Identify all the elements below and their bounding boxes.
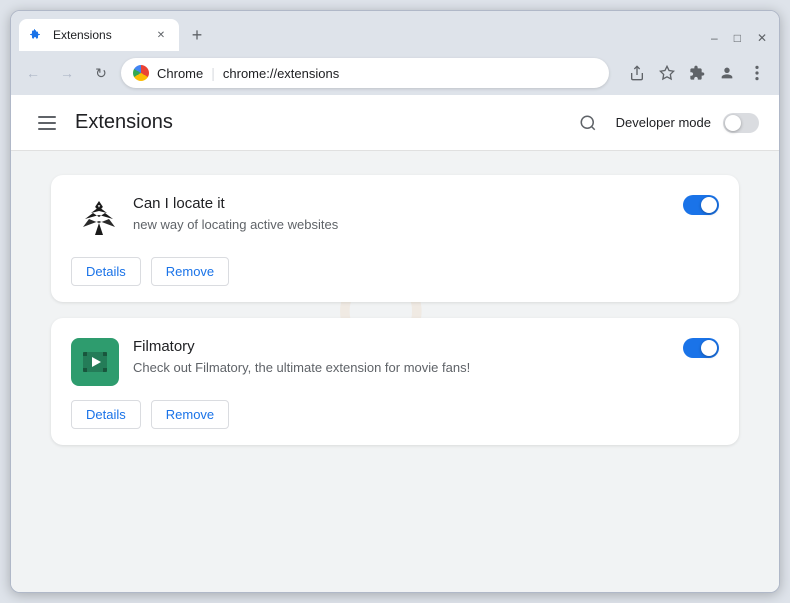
page-title: Extensions: [75, 111, 173, 134]
extension-actions: Details Remove: [71, 400, 719, 429]
title-bar: Extensions ✕ + – □ ✕: [11, 11, 779, 51]
extension-name: Filmatory: [133, 338, 669, 355]
address-separator: |: [211, 65, 215, 81]
developer-mode-toggle[interactable]: [723, 113, 759, 133]
extension-description: Check out Filmatory, the ultimate extens…: [133, 359, 669, 377]
tab-close-button[interactable]: ✕: [153, 27, 169, 43]
address-bar: ← → ↻ Chrome | chrome://extensions: [11, 51, 779, 95]
tab-favicon: [29, 27, 45, 43]
extension-description: new way of locating active websites: [133, 216, 669, 234]
remove-button[interactable]: Remove: [151, 257, 229, 286]
forward-button[interactable]: →: [53, 59, 81, 87]
url-display: chrome://extensions: [223, 66, 339, 81]
search-button[interactable]: [572, 107, 604, 139]
address-actions: [623, 59, 771, 87]
extension-toggle[interactable]: [683, 338, 719, 358]
page-content: Extensions Developer mode FILECROC: [11, 95, 779, 592]
menu-button[interactable]: [743, 59, 771, 87]
extension-name: Can I locate it: [133, 195, 669, 212]
menu-hamburger-button[interactable]: [31, 107, 63, 139]
extension-info: Filmatory Check out Filmatory, the ultim…: [133, 338, 669, 377]
chrome-icon: [133, 65, 149, 81]
developer-mode-label: Developer mode: [616, 115, 711, 130]
chrome-label: Chrome: [157, 66, 203, 81]
falcon-svg: [71, 195, 119, 243]
remove-button[interactable]: Remove: [151, 400, 229, 429]
search-icon: [579, 114, 597, 132]
extension-top: Filmatory Check out Filmatory, the ultim…: [71, 338, 719, 386]
reload-button[interactable]: ↻: [87, 59, 115, 87]
extension-card: Filmatory Check out Filmatory, the ultim…: [51, 318, 739, 445]
new-tab-button[interactable]: +: [183, 21, 211, 49]
filmatory-icon: [71, 338, 119, 386]
bookmark-button[interactable]: [653, 59, 681, 87]
window-minimize[interactable]: –: [711, 31, 718, 45]
extensions-list: Can I locate it new way of locating acti…: [11, 151, 779, 469]
extension-info: Can I locate it new way of locating acti…: [133, 195, 669, 234]
window-controls: – □ ✕: [711, 31, 771, 45]
header-right: Developer mode: [572, 107, 759, 139]
profile-button[interactable]: [713, 59, 741, 87]
active-tab[interactable]: Extensions ✕: [19, 19, 179, 51]
window-close[interactable]: ✕: [757, 31, 767, 45]
extensions-button[interactable]: [683, 59, 711, 87]
back-button[interactable]: ←: [19, 59, 47, 87]
extensions-header: Extensions Developer mode: [11, 95, 779, 151]
address-input[interactable]: Chrome | chrome://extensions: [121, 58, 609, 88]
extension-actions: Details Remove: [71, 257, 719, 286]
tab-title: Extensions: [53, 28, 145, 42]
filmatory-svg: [81, 348, 109, 376]
extension-card: Can I locate it new way of locating acti…: [51, 175, 739, 302]
share-button[interactable]: [623, 59, 651, 87]
extension-icon: [71, 338, 119, 386]
extension-top: Can I locate it new way of locating acti…: [71, 195, 719, 243]
extension-toggle[interactable]: [683, 195, 719, 215]
window-maximize[interactable]: □: [734, 31, 741, 45]
details-button[interactable]: Details: [71, 257, 141, 286]
details-button[interactable]: Details: [71, 400, 141, 429]
browser-window: Extensions ✕ + – □ ✕ ← → ↻ Chrome | chro…: [10, 10, 780, 593]
extension-icon: [71, 195, 119, 243]
